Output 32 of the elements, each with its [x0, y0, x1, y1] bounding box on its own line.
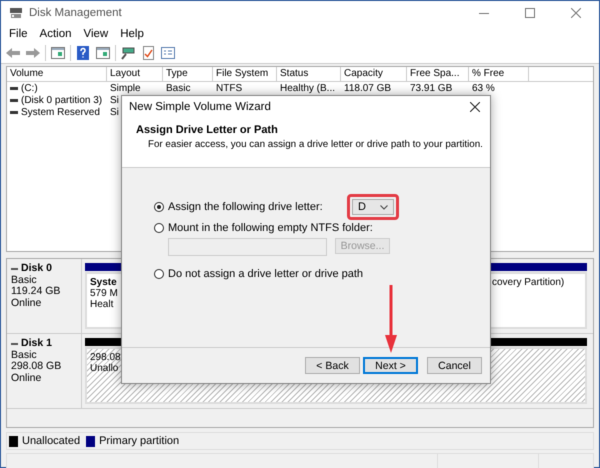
window-title: Disk Management	[29, 7, 122, 19]
legend-label: Primary partition	[99, 435, 180, 447]
table-cell: 118.07 GB	[344, 82, 392, 94]
page-description: For easier access, you can assign a drive letter or drive path to your partition.	[148, 139, 483, 150]
table-cell: 63 %	[472, 82, 495, 94]
disk-status: Online	[11, 298, 42, 309]
disk-name: Disk 1	[21, 338, 52, 350]
dialog-title: New Simple Volume Wizard	[129, 101, 271, 113]
disk-type: Basic	[11, 274, 38, 286]
table-cell: System Reserved	[21, 106, 100, 118]
disk-size: 119.24 GB	[11, 286, 62, 298]
table-cell: Simple	[110, 82, 141, 94]
partition-text: Unallo	[90, 363, 118, 374]
partition-text: covery Partition)	[492, 277, 564, 288]
table-cell: NTFS	[216, 82, 242, 94]
page-heading: Assign Drive Letter or Path	[136, 124, 278, 136]
table-cell: Si	[110, 94, 119, 106]
legend-label: Unallocated	[22, 435, 80, 447]
disk-type: Basic	[11, 350, 38, 361]
table-cell: (C:)	[21, 82, 38, 94]
table-cell: Si	[110, 106, 119, 118]
table-cell: (Disk 0 partition 3)	[21, 94, 102, 106]
partition-text: 579 M	[90, 288, 118, 299]
partition-text: Healt	[90, 299, 114, 310]
disk-name: Disk 0	[21, 263, 52, 274]
disk-size: 298.08 GB	[11, 361, 62, 372]
disk-status: Online	[11, 372, 42, 384]
table-cell: Basic	[166, 82, 190, 94]
table-cell: 73.91 GB	[410, 82, 452, 94]
partition-text: Syste	[90, 277, 117, 288]
table-cell: Healthy (B...	[280, 82, 336, 94]
partition-text: 298.08	[90, 352, 121, 363]
